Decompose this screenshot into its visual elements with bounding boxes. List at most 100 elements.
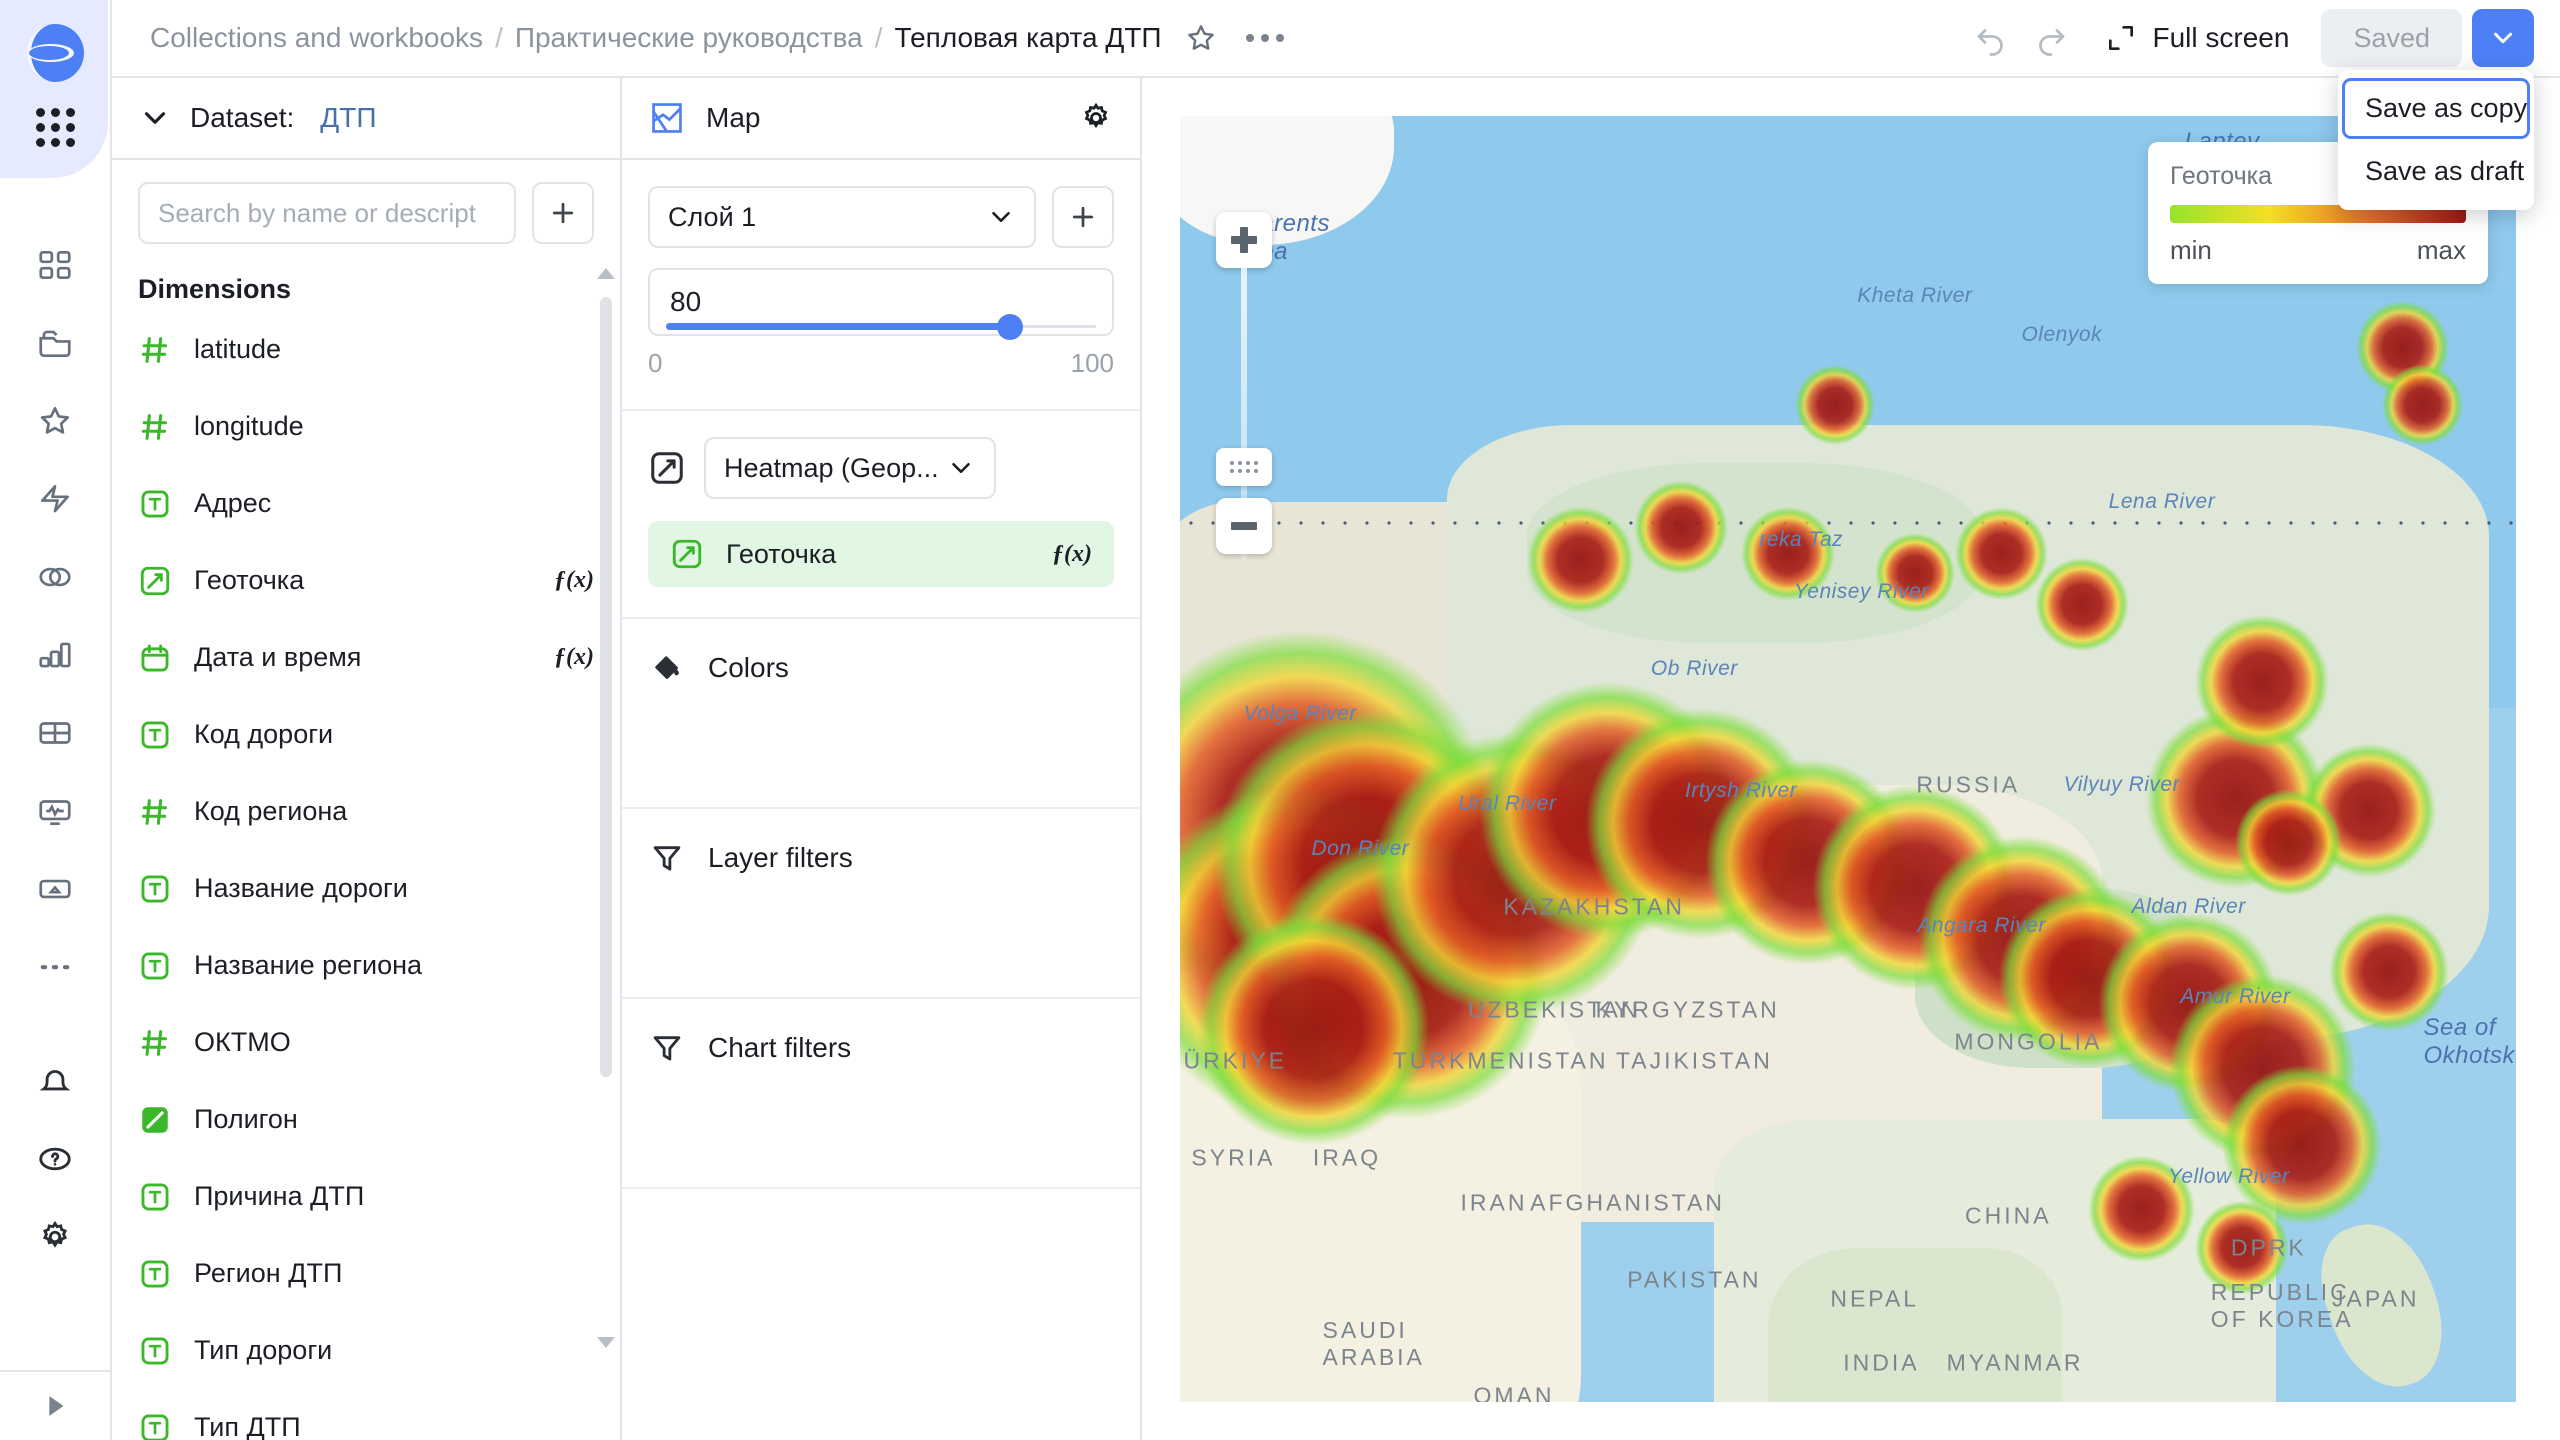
dimension-row[interactable]: Причина ДТП: [112, 1158, 620, 1235]
save-dropdown-toggle[interactable]: [2472, 9, 2534, 67]
dimension-row[interactable]: Геоточкаƒ(x): [112, 542, 620, 619]
sidebar-item-collections[interactable]: [18, 304, 92, 382]
sidebar-item-dashboards[interactable]: [18, 226, 92, 304]
breadcrumb-separator-2: /: [875, 22, 883, 54]
zoom-slider-handle[interactable]: [1216, 448, 1272, 486]
dimension-row[interactable]: Тип дороги: [112, 1312, 620, 1389]
scroll-down-arrow-icon[interactable]: [597, 1337, 615, 1348]
dimension-row[interactable]: Дата и времяƒ(x): [112, 619, 620, 696]
search-input[interactable]: [138, 182, 516, 244]
favorite-button[interactable]: [1176, 13, 1226, 63]
apps-grid-button[interactable]: [24, 102, 86, 152]
calendar-icon: [138, 641, 172, 675]
sidebar-item-help[interactable]: [18, 1120, 92, 1198]
map-label-country: INDIA: [1843, 1350, 1919, 1377]
paint-bucket-icon: [648, 649, 686, 687]
sidebar-item-more[interactable]: [18, 928, 92, 1006]
archive-icon: [36, 870, 74, 908]
scroll-up-arrow-icon[interactable]: [597, 268, 615, 279]
save-button[interactable]: Saved: [2321, 9, 2462, 67]
bar-chart-icon: [36, 636, 74, 674]
dimension-row[interactable]: Код региона: [112, 773, 620, 850]
dimension-row[interactable]: Название региона: [112, 927, 620, 1004]
more-actions-button[interactable]: [1240, 13, 1290, 63]
chart-filters-section[interactable]: Chart filters: [622, 999, 1140, 1189]
dataset-scrollbar[interactable]: [600, 268, 612, 1348]
collapse-sidebar-button[interactable]: [0, 1372, 111, 1440]
map-label-river: Olenyok: [2021, 323, 2102, 347]
dimension-row[interactable]: Код дороги: [112, 696, 620, 773]
map-label-river: Yenisey River: [1794, 580, 1929, 604]
sidebar-item-connections[interactable]: [18, 538, 92, 616]
dimension-row[interactable]: longitude: [112, 388, 620, 465]
fullscreen-button[interactable]: Full screen: [2105, 22, 2290, 54]
undo-button[interactable]: [1961, 8, 2021, 68]
menu-item-save-as-draft[interactable]: Save as draft: [2342, 141, 2530, 202]
chevron-down-icon: [138, 101, 172, 135]
layer-filters-section[interactable]: Layer filters: [622, 809, 1140, 999]
dataset-label: Dataset:: [190, 102, 294, 134]
visualization-row: Heatmap (Geop...: [648, 437, 1114, 499]
opacity-slider[interactable]: [666, 323, 1096, 330]
map-label-country: RUSSIA: [1916, 771, 2020, 798]
layer-select[interactable]: Слой 1: [648, 186, 1036, 248]
breadcrumb-folder[interactable]: Практические руководства: [515, 22, 863, 54]
sidebar-item-favorites[interactable]: [18, 382, 92, 460]
dimension-label: Полигон: [194, 1104, 298, 1135]
redo-button[interactable]: [2021, 8, 2081, 68]
dimension-row[interactable]: Название дороги: [112, 850, 620, 927]
slider-handle[interactable]: [997, 314, 1023, 340]
opacity-max-label: 100: [1071, 348, 1114, 379]
sidebar-item-storage[interactable]: [18, 850, 92, 928]
chart-settings-button[interactable]: [1078, 100, 1114, 136]
sidebar-item-monitoring[interactable]: [18, 772, 92, 850]
map-label-river: Lena River: [2109, 490, 2216, 514]
sidebar-item-notifications[interactable]: [18, 1042, 92, 1120]
map-label-river: Ob River: [1651, 657, 1738, 681]
bell-icon: [36, 1062, 74, 1100]
rail-bottom-icon-list: [18, 1042, 92, 1276]
formula-badge: ƒ(x): [554, 644, 594, 671]
dimensions-scroll-area[interactable]: Dimensions latitudelongitudeАдресГеоточк…: [112, 254, 620, 1440]
dimension-row[interactable]: ОКТМО: [112, 1004, 620, 1081]
dataset-collapse-icon[interactable]: [138, 101, 172, 135]
heatmap-chart[interactable]: BarentsSeaLaptevKheta Riverreka TazYenis…: [1180, 116, 2516, 1402]
geopoint-field-chip[interactable]: Геоточка ƒ(x): [648, 521, 1114, 587]
sidebar-item-settings[interactable]: [18, 1198, 92, 1276]
map-label-river: Kheta River: [1857, 284, 1972, 308]
scrollbar-thumb[interactable]: [600, 297, 612, 1077]
scrollbar-track[interactable]: [600, 279, 612, 1337]
sidebar-item-charts[interactable]: [18, 616, 92, 694]
dimension-row[interactable]: Регион ДТП: [112, 1235, 620, 1312]
map-label-river: Irtysh River: [1685, 779, 1797, 803]
add-field-button[interactable]: [532, 182, 594, 244]
zoom-out-button[interactable]: [1216, 498, 1272, 554]
opacity-input[interactable]: 80: [648, 268, 1114, 336]
breadcrumb-root[interactable]: Collections and workbooks: [150, 22, 483, 54]
colors-section[interactable]: Colors: [622, 619, 1140, 809]
map-label-country: MYANMAR: [1947, 1350, 2084, 1377]
menu-item-save-as-copy[interactable]: Save as copy: [2342, 78, 2530, 139]
dimension-label: latitude: [194, 334, 281, 365]
dataset-header[interactable]: Dataset: ДТП: [112, 78, 620, 160]
dimension-row[interactable]: Полигон: [112, 1081, 620, 1158]
map-label-river: Aldan River: [2132, 895, 2246, 919]
chevron-down-icon: [986, 202, 1016, 232]
dimension-row[interactable]: Тип ДТП: [112, 1389, 620, 1440]
dataset-name[interactable]: ДТП: [320, 102, 376, 134]
dimension-row[interactable]: Адрес: [112, 465, 620, 542]
opacity-min-label: 0: [648, 348, 662, 379]
question-circle-icon: [36, 1140, 74, 1178]
left-navigation-rail: [0, 0, 112, 1440]
dimension-label: ОКТМО: [194, 1027, 291, 1058]
page-title: Тепловая карта ДТП: [895, 22, 1162, 54]
sidebar-item-quick[interactable]: [18, 460, 92, 538]
hash-icon: [138, 1026, 172, 1060]
dimension-row[interactable]: latitude: [112, 311, 620, 388]
plus-icon: [1231, 227, 1257, 253]
add-layer-button[interactable]: [1052, 186, 1114, 248]
star-icon: [36, 402, 74, 440]
sidebar-item-datasets[interactable]: [18, 694, 92, 772]
datalens-logo[interactable]: [23, 18, 87, 88]
visualization-select[interactable]: Heatmap (Geop...: [704, 437, 996, 499]
